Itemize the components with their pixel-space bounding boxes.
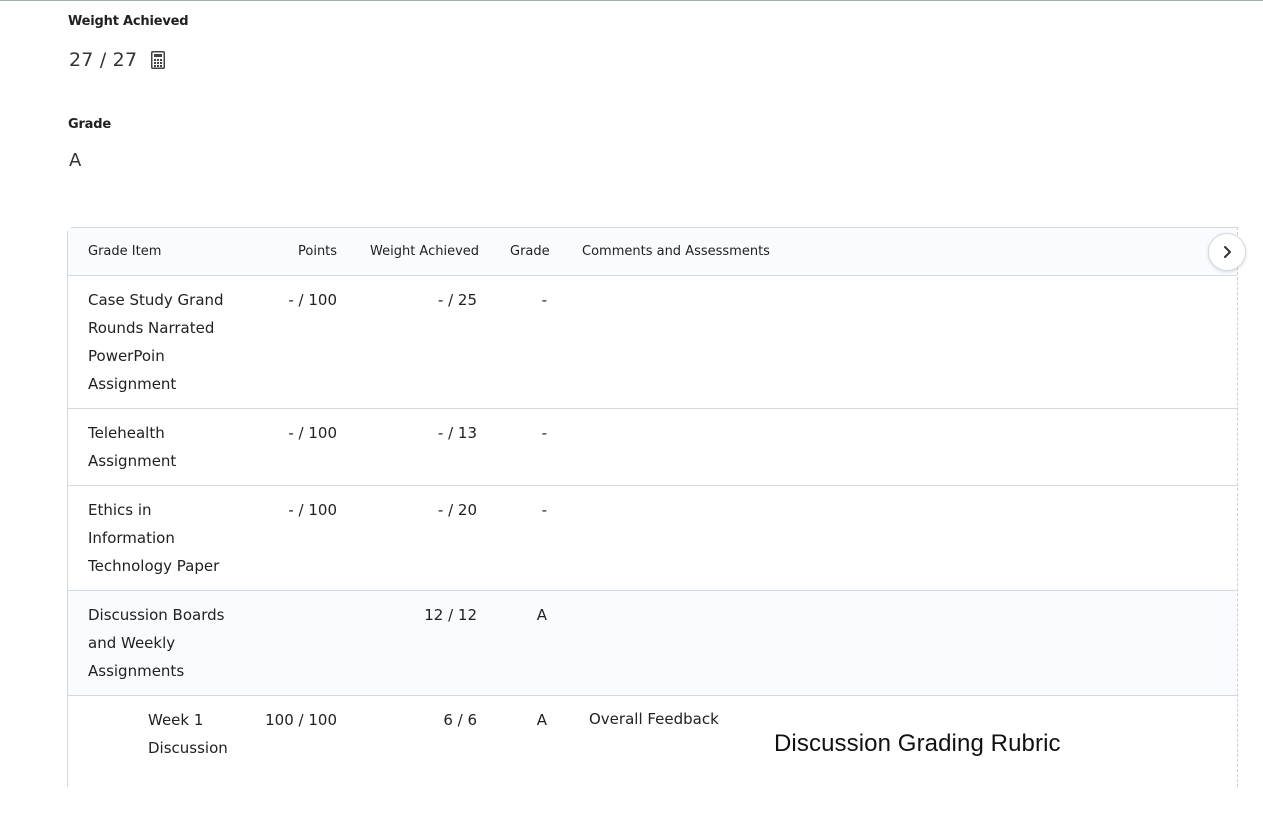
grade-cell: - [541,291,547,309]
top-divider [0,0,1263,1]
grades-table: Grade Item Points Weight Achieved Grade … [67,227,1246,816]
table-header: Grade Item Points Weight Achieved Grade … [68,228,1246,276]
weight-value: - / 20 [437,501,477,519]
header-grade-item: Grade Item [88,244,162,259]
grade-item-name: Week 1 Discussion [148,711,228,757]
category-row: Discussion Boards and Weekly Assignments… [68,591,1237,696]
header-comments: Comments and Assessments [582,244,770,259]
grade-item-name: Ethics in Information Technology Paper [88,501,220,575]
table-row: Week 1 Discussion 100 / 100 6 / 6 A Over… [68,696,1237,816]
chevron-right-icon [1224,246,1231,258]
header-grade: Grade [510,244,550,259]
scroll-right-button[interactable] [1208,233,1246,271]
points-value: - / 100 [288,291,337,309]
calculator-icon[interactable] [151,51,166,69]
weight-achieved-label: Weight Achieved [68,14,189,29]
grade-value: A [69,150,82,171]
grade-item-name: Case Study Grand Rounds Narrated PowerPo… [88,291,224,393]
grade-cell: - [541,501,547,519]
weight-achieved-value: 27 / 27 [69,49,138,71]
category-name: Discussion Boards and Weekly Assignments [88,606,225,680]
weight-value: - / 25 [437,291,477,309]
points-value: - / 100 [288,424,337,442]
overall-feedback-label: Overall Feedback [589,710,719,728]
grade-cell: A [536,606,547,624]
rubric-title: Discussion Grading Rubric [774,730,1061,757]
table-row: Case Study Grand Rounds Narrated PowerPo… [68,276,1237,409]
grade-cell: - [541,424,547,442]
weight-value: - / 13 [437,424,477,442]
table-row: Ethics in Information Technology Paper -… [68,486,1237,591]
grade-item-name: Telehealth Assignment [88,424,177,470]
weight-value: 6 / 6 [443,711,477,729]
points-value: - / 100 [288,501,337,519]
header-points: Points [298,244,338,259]
grade-cell: A [536,711,547,729]
table-row: Telehealth Assignment - / 100 - / 13 - [68,409,1237,486]
weight-achieved-summary: 27 / 27 [69,48,166,72]
header-weight-achieved: Weight Achieved [370,244,480,259]
points-value: 100 / 100 [265,711,337,729]
grade-label: Grade [68,117,111,132]
weight-value: 12 / 12 [424,606,477,624]
